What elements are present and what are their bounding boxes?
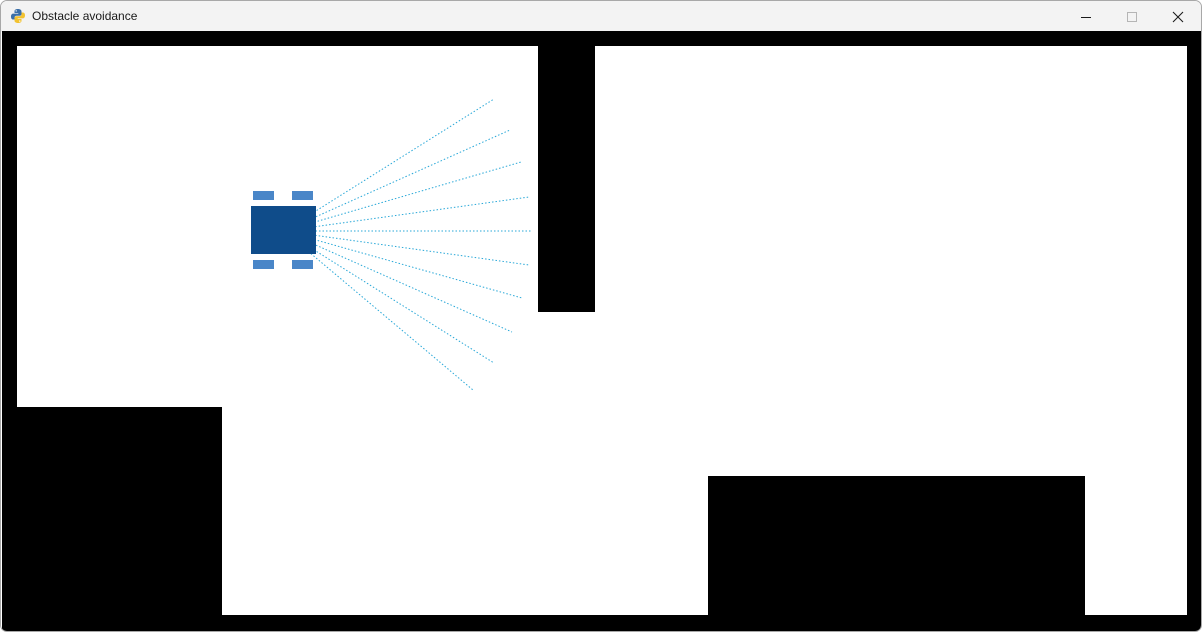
maximize-icon bbox=[1127, 11, 1137, 22]
robot-wheel-rear-right bbox=[292, 260, 313, 269]
app-window: Obstacle avoidance bbox=[0, 0, 1202, 632]
maximize-button[interactable] bbox=[1109, 1, 1155, 32]
floor-region-lower-middle bbox=[222, 407, 708, 615]
robot-wheel-front-left bbox=[253, 191, 274, 200]
close-button[interactable] bbox=[1155, 1, 1201, 32]
python-snake-icon bbox=[11, 9, 25, 23]
game-canvas[interactable] bbox=[2, 31, 1201, 631]
minimize-icon bbox=[1081, 16, 1091, 18]
robot-body bbox=[251, 206, 316, 254]
robot-wheel-rear-left bbox=[253, 260, 274, 269]
robot-wheel-front-right bbox=[292, 191, 313, 200]
window-title: Obstacle avoidance bbox=[32, 9, 138, 23]
floor-region-seam bbox=[538, 476, 708, 477]
minimize-button[interactable] bbox=[1063, 1, 1109, 32]
close-icon bbox=[1172, 11, 1184, 22]
floor-region-lower-right bbox=[1085, 476, 1187, 615]
title-bar[interactable]: Obstacle avoidance bbox=[1, 1, 1201, 32]
simulation-view bbox=[2, 31, 1201, 631]
